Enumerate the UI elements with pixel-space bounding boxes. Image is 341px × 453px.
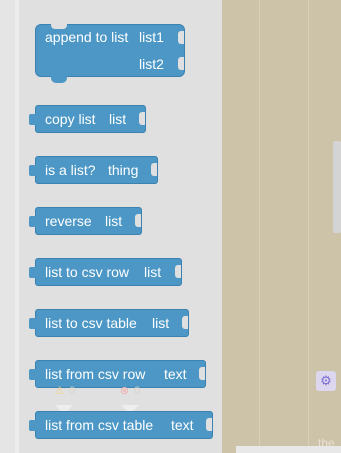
block-output-tab xyxy=(29,369,37,380)
block-copy-list[interactable]: copy list list xyxy=(29,105,146,133)
block-append-to-list[interactable]: append to list list1 list2 xyxy=(35,24,185,83)
block-is-a-list[interactable]: is a list? thing xyxy=(29,156,158,184)
block-input-label: list xyxy=(144,264,162,280)
block-input-label: list xyxy=(152,315,170,331)
block-output-tab xyxy=(29,420,37,431)
warning-indicator[interactable]: ⚠ 0 xyxy=(53,385,76,397)
block-socket xyxy=(178,57,184,70)
block-notch xyxy=(51,76,67,83)
block-socket xyxy=(178,31,184,44)
flyout-divider xyxy=(15,0,19,453)
flyout-scrollbar[interactable] xyxy=(0,0,15,453)
block-label: is a list? xyxy=(45,162,96,178)
workspace-horizontal-scrollbar[interactable] xyxy=(236,446,341,453)
block-list-from-csv-table[interactable]: list from csv table text xyxy=(29,411,213,439)
block-socket xyxy=(206,418,212,431)
block-label: reverse xyxy=(45,213,92,229)
block-input-label: list xyxy=(105,213,123,229)
block-output-tab xyxy=(29,216,37,227)
block-list-to-csv-table[interactable]: list to csv table list xyxy=(29,309,189,337)
block-label: copy list xyxy=(45,111,96,127)
block-output-tab xyxy=(29,114,37,125)
block-label: list from csv table xyxy=(45,417,154,433)
block-socket xyxy=(139,112,145,125)
block-socket xyxy=(175,265,181,278)
block-output-tab xyxy=(29,165,37,176)
block-input-label: text xyxy=(164,366,187,382)
block-output-tab xyxy=(29,318,37,329)
block-socket xyxy=(151,163,157,176)
error-icon: ⊗ xyxy=(119,385,130,397)
block-label: append to list xyxy=(45,29,129,45)
block-label: list from csv row xyxy=(45,366,146,382)
block-label: list to csv row xyxy=(45,264,130,280)
error-count: 0 xyxy=(134,385,141,397)
block-output-tab xyxy=(29,267,37,278)
block-list-to-csv-row[interactable]: list to csv row list xyxy=(29,258,182,286)
warning-icon: ⚠ xyxy=(54,385,65,397)
gear-icon[interactable]: ⚙ xyxy=(316,371,336,391)
block-input-label: thing xyxy=(108,162,139,178)
block-reverse[interactable]: reverse list xyxy=(29,207,142,235)
error-indicator[interactable]: ⊗ 0 xyxy=(118,385,140,397)
block-input-label: list2 xyxy=(139,56,164,72)
workspace-scrollbar[interactable] xyxy=(333,141,341,233)
block-input-label: list1 xyxy=(139,29,164,45)
block-list-from-csv-row[interactable]: list from csv row text xyxy=(29,360,206,388)
block-input-label: list xyxy=(109,111,127,127)
warning-count: 0 xyxy=(69,385,76,397)
block-socket xyxy=(135,214,141,227)
block-input-label: text xyxy=(171,417,194,433)
block-socket xyxy=(182,316,188,329)
block-label: list to csv table xyxy=(45,315,137,331)
grid-line xyxy=(308,0,309,453)
blocks-flyout: append to list list1 list2 copy list lis… xyxy=(0,0,222,453)
block-socket xyxy=(199,367,205,380)
grid-line xyxy=(259,0,260,453)
